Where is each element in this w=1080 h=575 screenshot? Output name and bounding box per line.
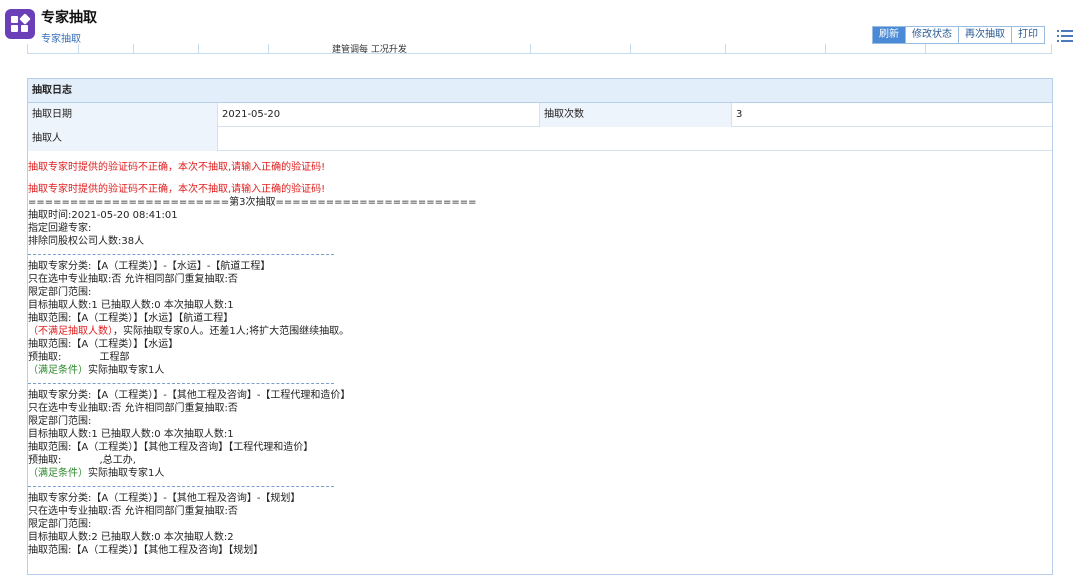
page-title: 专家抽取 bbox=[41, 10, 97, 26]
group-range: 抽取范围:【A（工程类）】【水运】 bbox=[28, 339, 179, 350]
group-dept-range: 限定部门范围: bbox=[28, 287, 92, 298]
group-range: 抽取范围:【A（工程类）】【其他工程及咨询】【工程代理和造价】 bbox=[28, 442, 314, 453]
toolbar: 刷新 修改状态 再次抽取 打印 bbox=[872, 26, 1045, 44]
print-button[interactable]: 打印 bbox=[1012, 27, 1044, 43]
group-category: 抽取专家分类:【A（工程类）】-【其他工程及咨询】-【工程代理和造价】 bbox=[28, 390, 351, 401]
date-value: 2021-05-20 bbox=[218, 103, 540, 127]
table-stub-text: 建管调每 工况升发 bbox=[332, 45, 407, 55]
round-separator: ========================第3次抽取===========… bbox=[28, 197, 477, 208]
person-label: 抽取人 bbox=[28, 127, 218, 151]
group-options: 只在选中专业抽取:否 允许相同部门重复抽取:否 bbox=[28, 403, 238, 414]
ok-text: 实际抽取专家1人 bbox=[88, 468, 165, 479]
log-content: 抽取专家时提供的验证码不正确，本次不抽取,请输入正确的验证码! 抽取专家时提供的… bbox=[28, 151, 1052, 557]
group-range: 抽取范围:【A（工程类）】【其他工程及咨询】【规划】 bbox=[28, 545, 264, 556]
group-target: 目标抽取人数:2 已抽取人数:0 本次抽取人数:2 bbox=[28, 532, 234, 543]
warning-text: ，实际抽取专家0人。还差1人;将扩大范围继续抽取。 bbox=[113, 326, 350, 337]
group-category: 抽取专家分类:【A（工程类）】-【水运】-【航道工程】 bbox=[28, 261, 271, 272]
exclude-count: 排除同股权公司人数:38人 bbox=[28, 236, 145, 247]
group-pre-draw: 预抽取: 工程部 bbox=[28, 352, 130, 363]
group-category: 抽取专家分类:【A（工程类）】-【其他工程及咨询】-【规划】 bbox=[28, 493, 301, 504]
draw-log-panel: 抽取日志 抽取日期 2021-05-20 抽取次数 3 抽取人 抽取专家时提供的… bbox=[27, 78, 1053, 575]
group-pre-draw: 预抽取: ,总工办, bbox=[28, 455, 136, 466]
avoid-experts: 指定回避专家: bbox=[28, 223, 92, 234]
ok-tag: （满足条件） bbox=[28, 365, 88, 376]
draw-time: 抽取时间:2021-05-20 08:41:01 bbox=[28, 210, 178, 221]
group-dept-range: 限定部门范围: bbox=[28, 519, 92, 530]
person-value bbox=[218, 127, 1052, 151]
error-message: 抽取专家时提供的验证码不正确，本次不抽取,请输入正确的验证码! bbox=[28, 162, 326, 173]
group-dept-range: 限定部门范围: bbox=[28, 416, 92, 427]
group-result: （满足条件）实际抽取专家1人 bbox=[28, 364, 1052, 377]
panel-title: 抽取日志 bbox=[28, 79, 1052, 103]
date-row: 抽取日期 2021-05-20 抽取次数 3 bbox=[28, 103, 1052, 127]
table-stub bbox=[27, 44, 1052, 54]
modify-status-button[interactable]: 修改状态 bbox=[906, 27, 959, 43]
date-label: 抽取日期 bbox=[28, 103, 218, 127]
group-options: 只在选中专业抽取:否 允许相同部门重复抽取:否 bbox=[28, 506, 238, 517]
group-result: （满足条件）实际抽取专家1人 bbox=[28, 467, 1052, 480]
app-header: 专家抽取 专家抽取 刷新 修改状态 再次抽取 打印 bbox=[0, 0, 1080, 46]
group-target: 目标抽取人数:1 已抽取人数:0 本次抽取人数:1 bbox=[28, 300, 234, 311]
app-logo-icon bbox=[5, 9, 35, 39]
list-menu-icon[interactable] bbox=[1057, 27, 1073, 43]
group-range: 抽取范围:【A（工程类）】【水运】【航道工程】 bbox=[28, 313, 234, 324]
count-label: 抽取次数 bbox=[540, 103, 732, 127]
ok-tag: （满足条件） bbox=[28, 468, 88, 479]
breadcrumb[interactable]: 专家抽取 bbox=[41, 30, 81, 45]
error-message: 抽取专家时提供的验证码不正确，本次不抽取,请输入正确的验证码! bbox=[28, 184, 326, 195]
count-value: 3 bbox=[736, 109, 743, 120]
group-warning: （不满足抽取人数），实际抽取专家0人。还差1人;将扩大范围继续抽取。 bbox=[28, 325, 1052, 338]
warning-tag: （不满足抽取人数） bbox=[28, 326, 113, 337]
redraw-button[interactable]: 再次抽取 bbox=[959, 27, 1012, 43]
ok-text: 实际抽取专家1人 bbox=[88, 365, 165, 376]
person-row: 抽取人 bbox=[28, 127, 1052, 151]
group-target: 目标抽取人数:1 已抽取人数:0 本次抽取人数:1 bbox=[28, 429, 234, 440]
group-options: 只在选中专业抽取:否 允许相同部门重复抽取:否 bbox=[28, 274, 238, 285]
refresh-button[interactable]: 刷新 bbox=[873, 27, 906, 43]
